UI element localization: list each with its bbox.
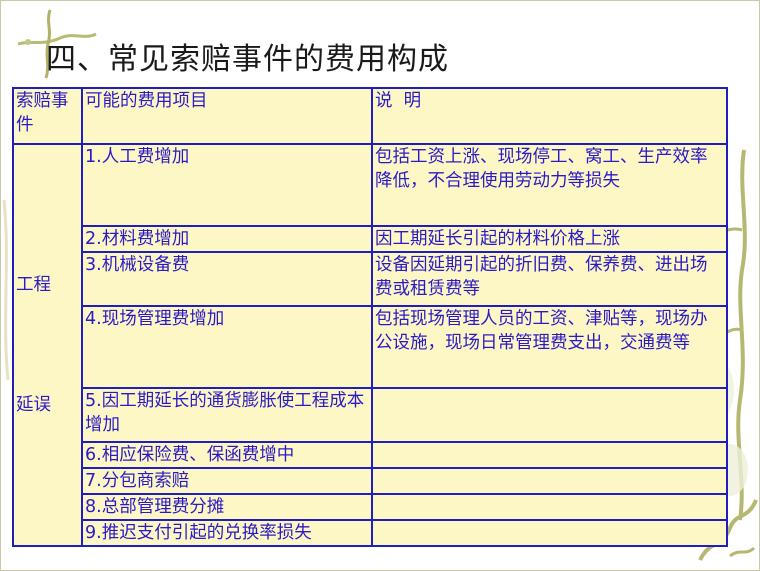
table-row: 6.相应保险费、保函费增中 (13, 441, 728, 469)
cost-item: 9.推迟支付引起的兑换率损失 (81, 519, 373, 547)
cost-note (371, 493, 728, 521)
claims-cost-table: 索赔事件 可能的费用项目 说 明 工程 延误 1.人工费增加 包括工资上涨、现场… (12, 87, 728, 547)
table-row: 5.因工期延长的通货膨胀使工程成本增加 (13, 387, 728, 443)
event-label-line: 延误 (16, 395, 51, 415)
event-label-line: 工程 (16, 275, 51, 295)
table-row: 工程 延误 1.人工费增加 包括工资上涨、现场停工、窝工、生产效率降低，不合理使… (12, 143, 728, 547)
event-delay-cell: 工程 延误 (12, 143, 83, 547)
page-title: 四、常见索赔事件的费用构成 (46, 42, 449, 77)
cost-item: 4.现场管理费增加 (81, 305, 373, 389)
cost-note (371, 467, 728, 495)
cost-item: 2.材料费增加 (81, 225, 373, 253)
table-row: 7.分包商索赔 (13, 467, 728, 495)
cost-item: 3.机械设备费 (81, 251, 373, 307)
table-row: 4.现场管理费增加 包括现场管理人员的工资、津贴等，现场办公设施，现场日常管理费… (13, 305, 728, 389)
cost-note (371, 387, 728, 443)
table-row: 9.推迟支付引起的兑换率损失 (13, 519, 728, 547)
cost-item: 1.人工费增加 (81, 143, 373, 227)
table-row: 3.机械设备费 设备因延期引起的折旧费、保养费、进出场费或租赁费等 (13, 251, 728, 307)
header-notes: 说 明 (371, 87, 728, 145)
cost-note: 包括现场管理人员的工资、津贴等，现场办公设施，现场日常管理费支出，交通费等 (371, 305, 728, 389)
cost-note (371, 519, 728, 547)
cost-item: 6.相应保险费、保函费增中 (81, 441, 373, 469)
cost-note: 包括工资上涨、现场停工、窝工、生产效率降低，不合理使用劳动力等损失 (371, 143, 728, 227)
cost-item: 7.分包商索赔 (81, 467, 373, 495)
cost-note: 因工期延长引起的材料价格上涨 (371, 225, 728, 253)
header-cost-items: 可能的费用项目 (81, 87, 373, 145)
cost-note (371, 441, 728, 469)
cost-note: 设备因延期引起的折旧费、保养费、进出场费或租赁费等 (371, 251, 728, 307)
header-claim-event: 索赔事件 (12, 87, 83, 145)
table-row: 2.材料费增加 因工期延长引起的材料价格上涨 (13, 225, 728, 253)
cost-item: 5.因工期延长的通货膨胀使工程成本增加 (81, 387, 373, 443)
table-header-row: 索赔事件 可能的费用项目 说 明 (12, 87, 728, 145)
cost-item: 8.总部管理费分摊 (81, 493, 373, 521)
table-row: 8.总部管理费分摊 (13, 493, 728, 521)
